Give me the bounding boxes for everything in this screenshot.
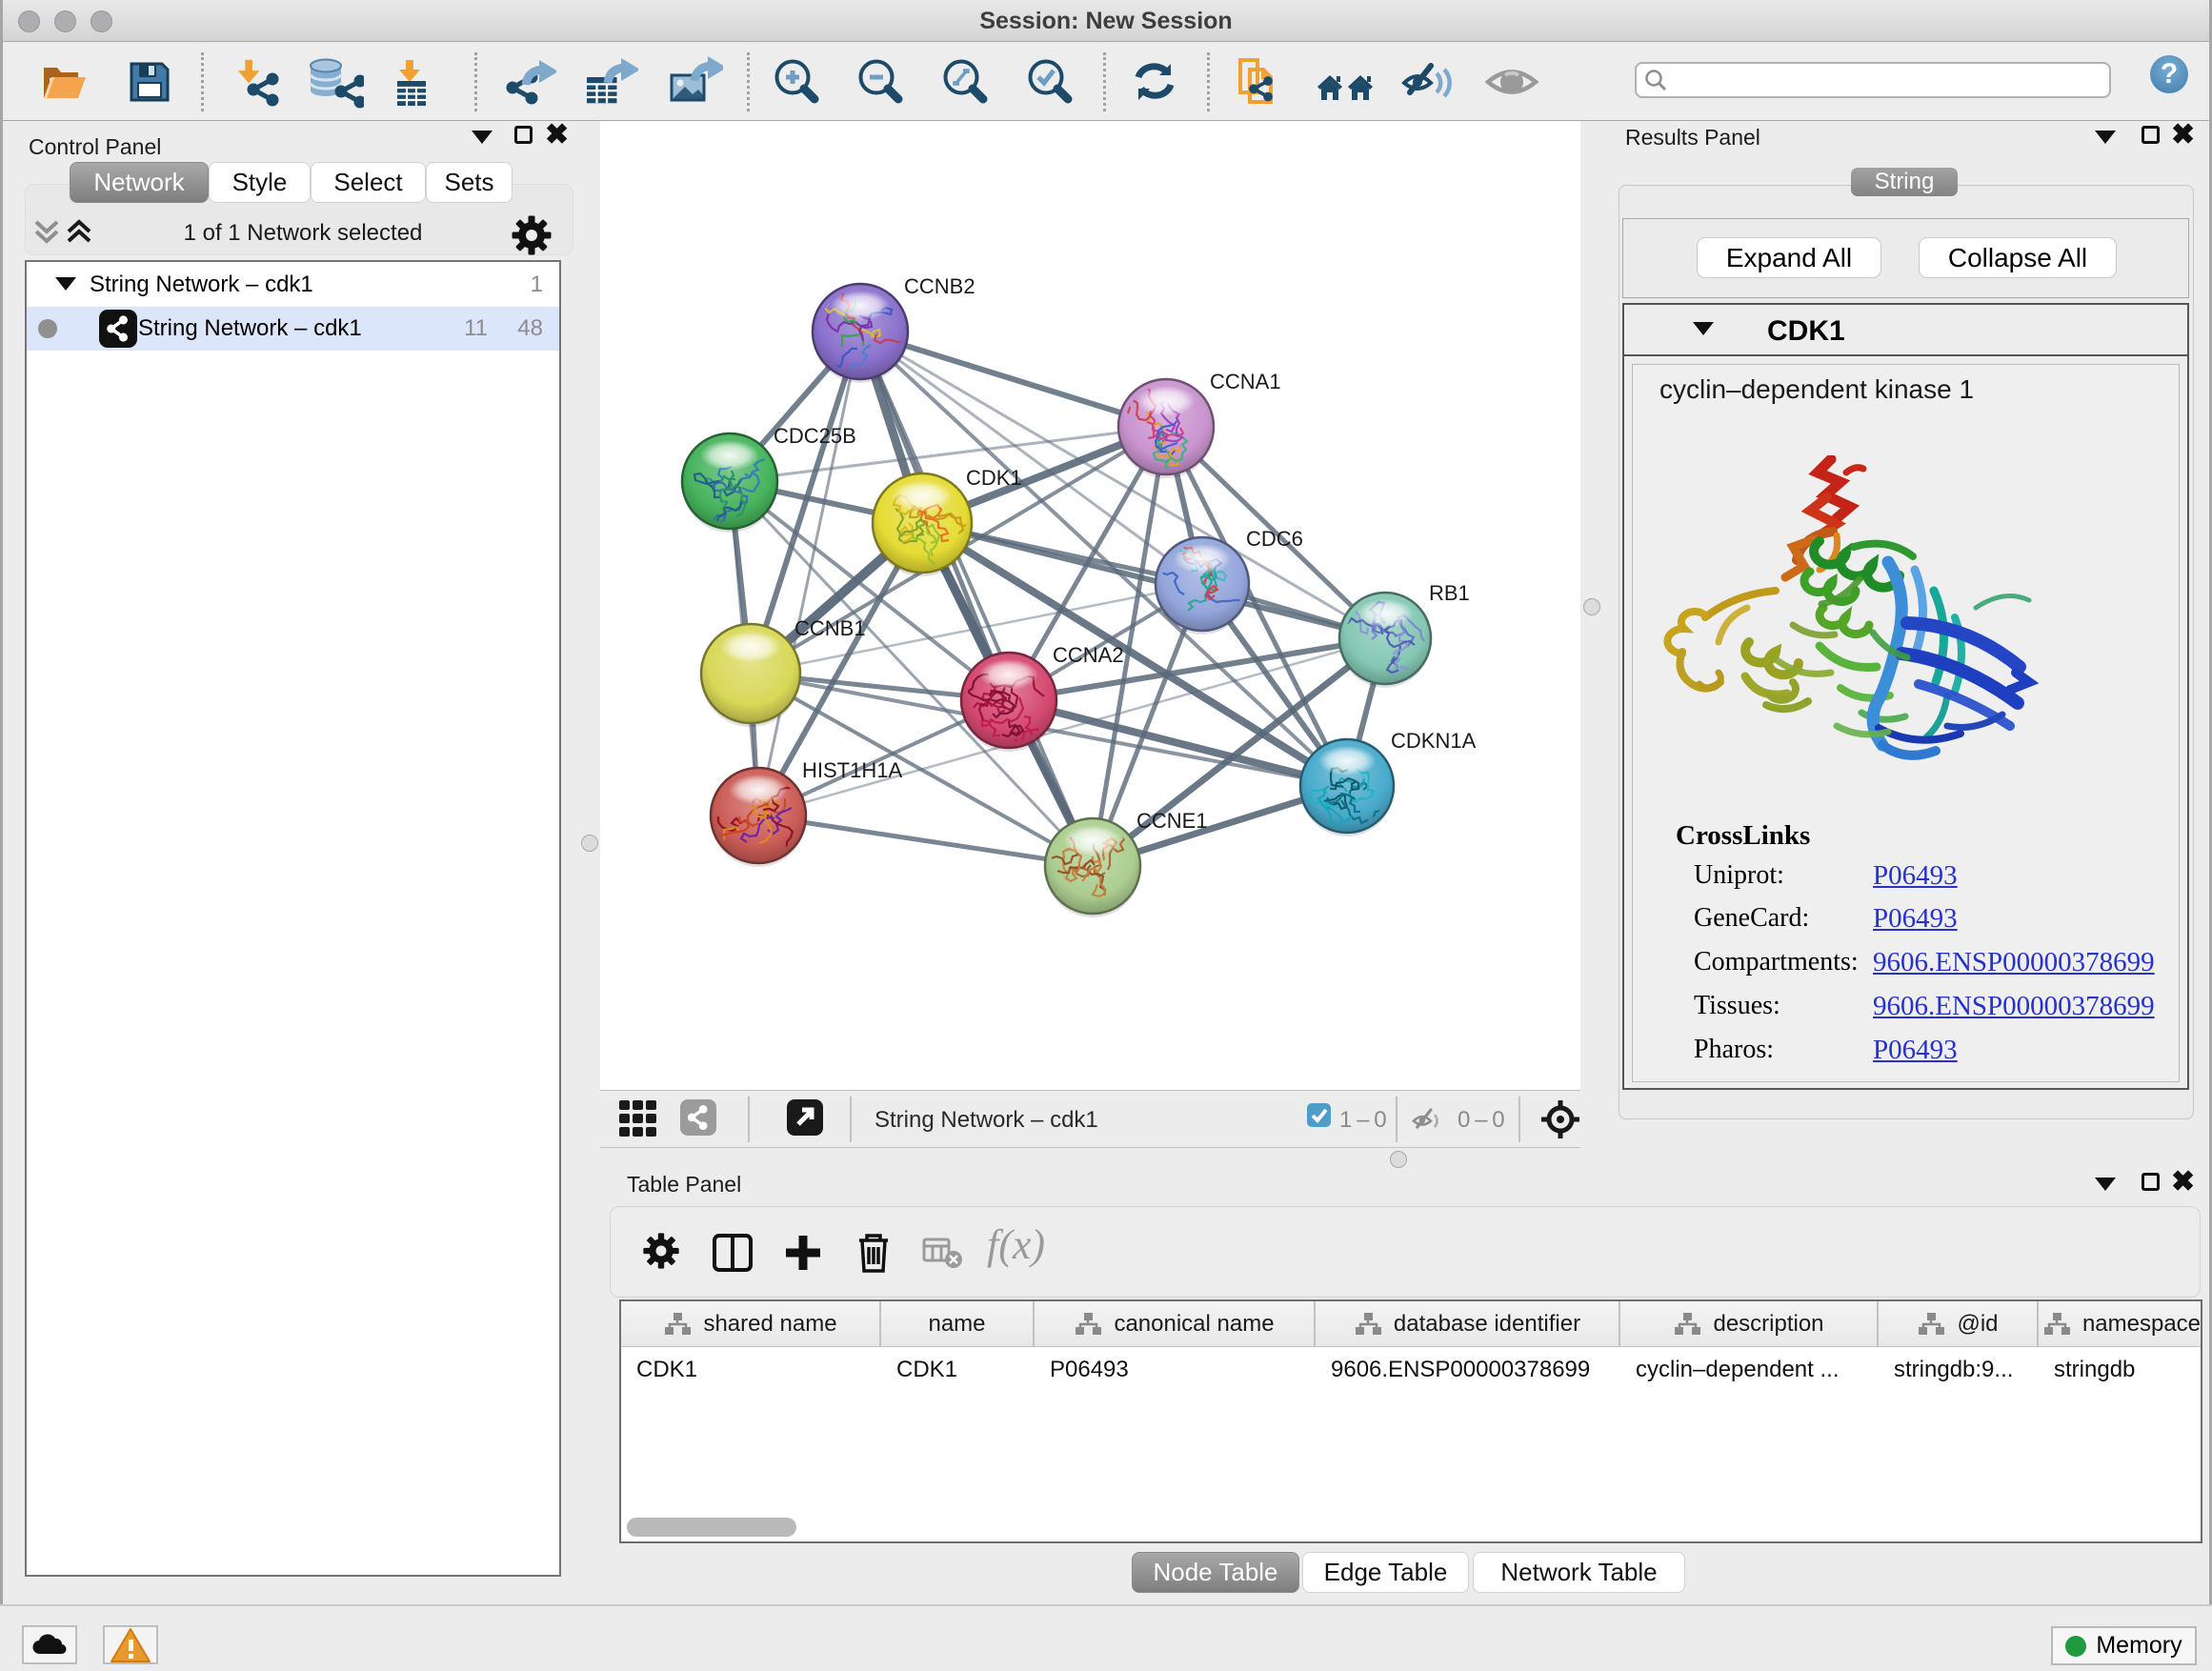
svg-text:CCNE1: CCNE1 [1136,809,1208,833]
svg-text:CCNB1: CCNB1 [794,616,866,640]
svg-text:CCNB2: CCNB2 [904,274,975,298]
svg-text:CCNA2: CCNA2 [1053,643,1124,667]
svg-text:HIST1H1A: HIST1H1A [802,758,902,782]
svg-text:CDK1: CDK1 [966,466,1022,490]
svg-text:CDC25B: CDC25B [774,424,856,448]
svg-text:RB1: RB1 [1429,581,1470,605]
svg-text:CDKN1A: CDKN1A [1391,729,1477,753]
svg-text:CDC6: CDC6 [1246,527,1303,551]
svg-text:CCNA1: CCNA1 [1210,370,1281,393]
